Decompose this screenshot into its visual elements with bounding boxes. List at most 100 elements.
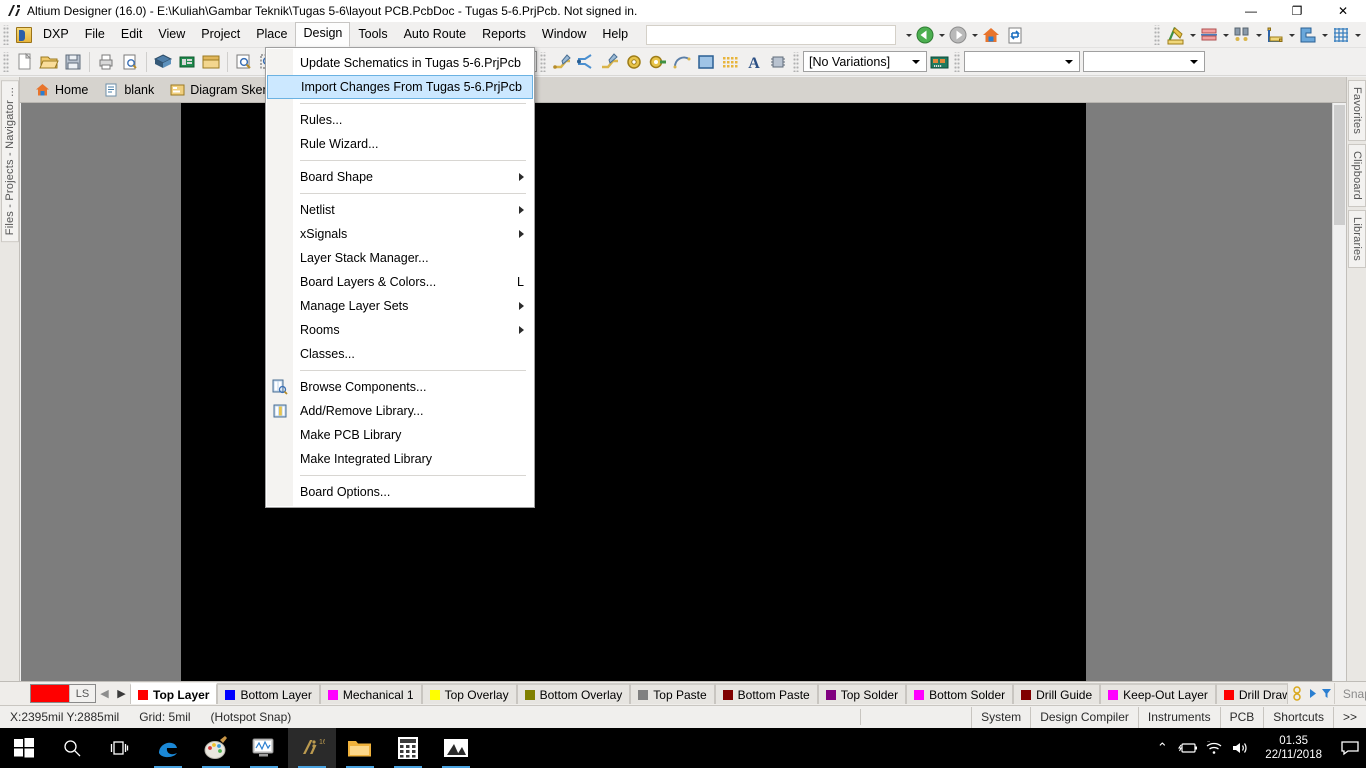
place-string-icon[interactable]: A [743,51,765,73]
home-icon[interactable] [980,24,1002,46]
taskbar-paint[interactable] [192,728,240,768]
menu-item-browse-components[interactable]: Browse Components... [266,375,534,399]
forward-icon[interactable] [947,24,969,46]
status-panel-system[interactable]: System [971,706,1030,728]
place-component-icon[interactable] [767,51,789,73]
menu-place[interactable]: Place [248,23,295,47]
pcb-toolbar-grip-icon[interactable] [3,51,11,72]
board-3d-icon[interactable] [152,51,174,73]
print-icon[interactable] [95,51,117,73]
pcb-document-icon[interactable] [176,51,198,73]
scroll-down-arrow-icon[interactable] [1334,670,1345,681]
menu-item-rooms[interactable]: Rooms [266,318,534,342]
menu-edit[interactable]: Edit [113,23,151,47]
ruler-dropdown-icon[interactable] [1188,25,1197,45]
filter-combo-2-dropdown-icon[interactable] [1187,52,1201,71]
grid-dropdown-icon[interactable] [1353,25,1362,45]
battery-icon[interactable] [1175,728,1201,768]
layer-tab-top-layer[interactable]: Top Layer [130,683,218,704]
layer-tab-drill-guide[interactable]: Drill Guide [1013,683,1101,704]
variations-dropdown-icon[interactable] [909,52,923,71]
menu-item-rules[interactable]: Rules... [266,108,534,132]
menu-item-layer-stack-manager[interactable]: Layer Stack Manager... [266,246,534,270]
toolbar-grip-icon[interactable] [3,24,11,45]
layer-tab-bottom-solder[interactable]: Bottom Solder [906,683,1014,704]
interactive-routing-icon[interactable] [551,51,573,73]
minimize-button[interactable]: — [1228,0,1274,22]
forward-dropdown-icon[interactable] [970,25,979,45]
status-panel-more[interactable]: >> [1332,706,1366,728]
measure-toolbar-grip-icon[interactable] [1154,24,1162,45]
layer-tab-keep-out-layer[interactable]: Keep-Out Layer [1100,683,1216,704]
layer-prev-arrow-icon[interactable]: ◀ [96,683,113,705]
menu-item-make-pcb-library[interactable]: Make PCB Library [266,423,534,447]
status-panel-shortcuts[interactable]: Shortcuts [1263,706,1333,728]
polygon-dropdown-icon[interactable] [1320,25,1329,45]
place-polygon-pour-icon[interactable] [719,51,741,73]
volume-icon[interactable] [1227,728,1253,768]
align-icon[interactable] [1198,24,1220,46]
status-panel-pcb[interactable]: PCB [1219,706,1264,728]
filter-combo-1-dropdown-icon[interactable] [1062,52,1076,71]
menu-item-manage-layer-sets[interactable]: Manage Layer Sets [266,294,534,318]
menu-item-classes[interactable]: Classes... [266,342,534,366]
polygon-pour-icon[interactable] [1297,24,1319,46]
menu-item-netlist[interactable]: Netlist [266,198,534,222]
menu-project[interactable]: Project [193,23,248,47]
project-folder-icon[interactable] [200,51,222,73]
differential-pair-routing-icon[interactable] [575,51,597,73]
menu-item-board-options[interactable]: Board Options... [266,480,534,504]
back-dropdown-icon[interactable] [937,25,946,45]
dimension-dropdown-icon[interactable] [1287,25,1296,45]
menu-file[interactable]: File [77,23,113,47]
back-icon[interactable] [914,24,936,46]
layer-tab-top-paste[interactable]: Top Paste [630,683,715,704]
save-icon[interactable] [62,51,84,73]
layer-tab-mechanical-1[interactable]: Mechanical 1 [319,683,422,704]
layer-next-arrow-icon[interactable]: ▶ [113,683,130,705]
vertical-scroll-thumb[interactable] [1334,105,1345,225]
layer-sets-button[interactable]: LS [30,684,96,703]
menu-tools[interactable]: Tools [350,23,395,47]
layer-tab-top-overlay[interactable]: Top Overlay [421,683,517,704]
menu-reports[interactable]: Reports [474,23,534,47]
pads-vias-visibility-icon[interactable] [1290,685,1306,702]
wifi-icon[interactable]: * [1201,728,1227,768]
route-toolbar-grip-icon[interactable] [540,51,548,72]
menu-window[interactable]: Window [534,23,594,47]
search-button[interactable] [48,728,96,768]
menu-design[interactable]: Design [295,22,351,47]
ruler-pencil-icon[interactable] [1165,24,1187,46]
align-dropdown-icon[interactable] [1221,25,1230,45]
menu-item-xsignals[interactable]: xSignals [266,222,534,246]
menu-item-board-shape[interactable]: Board Shape [266,165,534,189]
taskbar-altium-designer[interactable]: 16 [288,728,336,768]
start-button[interactable] [0,728,48,768]
menu-item-make-integrated-library[interactable]: Make Integrated Library [266,447,534,471]
taskbar-file-explorer[interactable] [336,728,384,768]
print-preview-icon[interactable] [119,51,141,73]
taskbar-clock[interactable]: 01.35 22/11/2018 [1253,734,1334,762]
taskbar-photos[interactable] [432,728,480,768]
action-center-icon[interactable] [1334,728,1366,768]
taskbar-calculator[interactable] [384,728,432,768]
history-dropdown-icon[interactable] [904,25,913,45]
layer-tab-drill-drawing[interactable]: Drill Drawing [1215,683,1288,704]
doc-tab-home[interactable]: Home [28,79,97,101]
panel-tab-libraries[interactable]: Libraries [1348,209,1366,268]
variations-toolbar-grip-icon[interactable] [793,51,801,72]
dimension-icon[interactable] [1264,24,1286,46]
panel-tab-favorites[interactable]: Favorites [1348,80,1366,142]
menu-item-rule-wizard[interactable]: Rule Wizard... [266,132,534,156]
filter-combo-2[interactable] [1083,51,1205,72]
status-panel-design-compiler[interactable]: Design Compiler [1030,706,1138,728]
menu-help[interactable]: Help [594,23,636,47]
panel-tab-clipboard[interactable]: Clipboard [1348,144,1366,207]
place-pad-icon[interactable] [623,51,645,73]
filter-combo-1[interactable] [964,51,1080,72]
filter-funnel-icon[interactable] [1319,688,1334,699]
find-dropdown-icon[interactable] [1254,25,1263,45]
place-fill-icon[interactable] [695,51,717,73]
status-panel-instruments[interactable]: Instruments [1137,706,1220,728]
menu-auto-route[interactable]: Auto Route [396,23,475,47]
